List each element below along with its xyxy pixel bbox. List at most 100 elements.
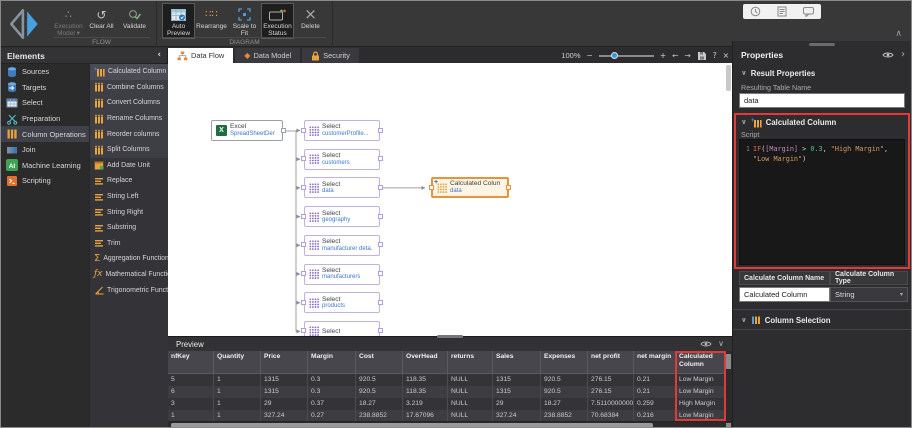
flow-node-excel-source[interactable]: XExcelSpreadSheetDemo (... — [211, 120, 283, 141]
input-port[interactable] — [301, 128, 306, 133]
zoom-slider[interactable] — [599, 55, 654, 57]
flyout-item-calculated-column[interactable]: +Calculated Column — [90, 64, 168, 80]
flow-node-select-geography[interactable]: Selectgeography — [304, 206, 380, 227]
sidebar-item-scripting[interactable]: Scripting — [1, 173, 89, 189]
calc-column-type-dropdown[interactable]: String ▾ — [830, 287, 908, 302]
output-port[interactable] — [378, 214, 383, 219]
sidebar-item-preparation[interactable]: Preparation — [1, 111, 89, 127]
preview-vertical-scrollbar[interactable] — [725, 351, 732, 421]
input-port[interactable] — [301, 300, 306, 305]
flyout-item-trigonometric-functi[interactable]: Trigonometric Functi... — [90, 282, 168, 298]
sidebar-item-column-operations[interactable]: Column Operations — [1, 126, 89, 142]
collapse-properties-icon[interactable]: › — [901, 50, 905, 60]
output-port[interactable] — [378, 271, 383, 276]
save-icon[interactable] — [697, 51, 707, 61]
redo-icon[interactable]: → — [684, 52, 690, 60]
column-header-returns[interactable]: returns — [448, 351, 493, 374]
input-port[interactable] — [301, 214, 306, 219]
tab-data-flow[interactable]: Data Flow — [168, 48, 233, 63]
flow-node-select-products[interactable]: Selectproducts — [304, 292, 380, 313]
flyout-item-string-left[interactable]: String Left — [90, 189, 168, 205]
undo-icon[interactable]: ← — [672, 52, 678, 60]
tab-security[interactable]: Security — [302, 48, 359, 63]
preview-toggle-eye-icon[interactable] — [882, 51, 894, 59]
flyout-item-substring[interactable]: Substring — [90, 220, 168, 236]
calculated-column-section-header[interactable]: ∨ + Calculated Column — [741, 117, 836, 128]
input-port[interactable] — [301, 242, 306, 247]
output-port[interactable] — [378, 185, 383, 190]
output-port[interactable] — [506, 185, 511, 190]
zoom-out-icon[interactable]: − — [587, 52, 593, 60]
collapse-preview-icon[interactable]: ∨ — [718, 340, 724, 348]
column-header-price[interactable]: Price — [261, 351, 308, 374]
sidebar-item-machine-learning[interactable]: AIMachine Learning — [1, 158, 89, 174]
sidebar-item-targets[interactable]: Targets — [1, 80, 89, 96]
flyout-item-replace[interactable]: Replace — [90, 173, 168, 189]
input-port[interactable] — [301, 271, 306, 276]
canvas-vertical-scrollbar[interactable] — [726, 65, 731, 91]
column-header-net-profit[interactable]: net profit — [588, 351, 634, 374]
resulting-table-name-input[interactable] — [739, 93, 905, 108]
sidebar-item-sources[interactable]: Sources — [1, 64, 89, 80]
output-port[interactable] — [281, 128, 286, 133]
flow-node-select-customers[interactable]: Selectcustomers — [304, 149, 380, 170]
panel-splitter-handle[interactable] — [809, 43, 835, 46]
flyout-item-trim[interactable]: Trim — [90, 236, 168, 252]
sidebar-item-join[interactable]: Join — [1, 142, 89, 158]
log-icon[interactable] — [777, 6, 787, 17]
flyout-item-combine-columns[interactable]: Combine Columns — [90, 80, 168, 96]
column-header-net-margin[interactable]: net margin — [634, 351, 676, 374]
execution-status-button[interactable]: Execution Status — [262, 4, 293, 38]
validate-button[interactable]: Validate — [119, 4, 150, 30]
column-header-margin[interactable]: Margin — [308, 351, 356, 374]
flyout-item-reorder-columns[interactable]: Reorder columns — [90, 126, 168, 142]
flow-node-calculated-column[interactable]: +Calculated Columndata — [431, 177, 509, 198]
table-row[interactable]: 31290.3718.273.219NULL2918.277.511000000… — [168, 398, 725, 410]
flyout-item-mathematical-function[interactable]: ƒxMathematical Function — [90, 267, 168, 283]
eye-icon[interactable] — [700, 340, 712, 348]
table-row[interactable]: 11327.240.27238.885217.67096NULL327.2423… — [168, 410, 725, 421]
input-port[interactable] — [301, 328, 306, 333]
history-icon[interactable] — [750, 6, 761, 17]
column-header-expenses[interactable]: Expenses — [541, 351, 588, 374]
output-port[interactable] — [378, 328, 383, 333]
flow-node-select-data[interactable]: Selectdata — [304, 177, 380, 198]
preview-horizontal-scrollbar[interactable] — [168, 421, 732, 428]
calc-column-name-input[interactable] — [739, 287, 830, 302]
close-diagram-icon[interactable]: × — [723, 52, 729, 60]
column-selection-section-header[interactable]: ∨ Column Selection — [741, 315, 831, 325]
table-row[interactable]: 6113150.3920.5118.35NULL1315920.5276.150… — [168, 386, 725, 398]
column-header-sales[interactable]: Sales — [493, 351, 541, 374]
clear-all-button[interactable]: ↺Clear All — [86, 4, 117, 30]
feedback-icon[interactable] — [803, 7, 814, 17]
collapse-panel-icon[interactable]: ‹ — [157, 51, 161, 60]
script-editor[interactable]: 1 IF([Margin] > 0.3, "High Margin", "Low… — [739, 139, 905, 265]
column-header-cost[interactable]: Cost — [356, 351, 403, 374]
zoom-in-icon[interactable]: + — [660, 52, 666, 60]
column-header-overhead[interactable]: OverHead — [403, 351, 448, 374]
collapse-ribbon-icon[interactable]: ∧ — [895, 30, 902, 39]
input-port[interactable] — [429, 185, 434, 190]
input-port[interactable] — [301, 156, 306, 161]
data-flow-canvas[interactable]: XExcelSpreadSheetDemo (... Selectcustomer… — [168, 63, 732, 336]
flyout-item-string-right[interactable]: String Right — [90, 204, 168, 220]
help-icon[interactable]: ? — [713, 52, 717, 60]
flyout-item-aggregation-function[interactable]: ΣAggregation Function — [90, 251, 168, 267]
flyout-item-split-columns[interactable]: Split Columns — [90, 142, 168, 158]
table-row[interactable]: 5113150.3920.5118.35NULL1315920.5276.150… — [168, 374, 725, 386]
flow-node-select-manufacturers[interactable]: Selectmanufacturers — [304, 264, 380, 285]
flyout-item-add-date-unit[interactable]: Add Date Unit — [90, 158, 168, 174]
output-port[interactable] — [378, 242, 383, 247]
result-properties-section-header[interactable]: ∨ Result Properties — [741, 69, 815, 78]
flyout-item-convert-columns[interactable]: Convert Columns — [90, 95, 168, 111]
column-header-calculated-column[interactable]: Calculated Column — [676, 351, 725, 374]
flow-node-select-customerprofile[interactable]: SelectcustomerProfile... — [304, 120, 380, 141]
output-port[interactable] — [378, 156, 383, 161]
rearrange-button[interactable]: ∷∷Rearrange — [196, 4, 227, 30]
output-port[interactable] — [378, 128, 383, 133]
flow-node-select-manufacturer-deta[interactable]: Selectmanufacturer deta... — [304, 235, 380, 256]
flyout-item-rename-columns[interactable]: Rename Columns — [90, 111, 168, 127]
zoom-slider-thumb[interactable] — [611, 52, 618, 59]
scale-to-fit-button[interactable]: Scale to Fit — [229, 4, 260, 38]
column-header-quantity[interactable]: Quantity — [214, 351, 261, 374]
